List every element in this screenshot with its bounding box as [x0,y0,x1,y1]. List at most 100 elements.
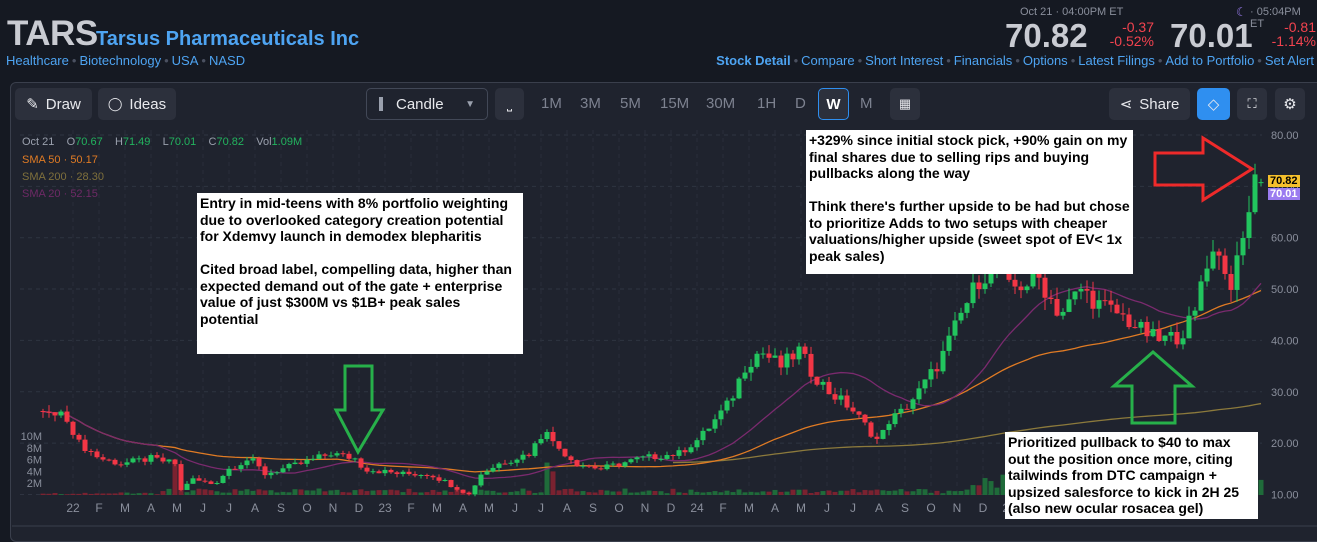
time-axis-label: 24 [690,501,704,515]
volume-bar [502,492,508,495]
candle-body [874,436,880,439]
volume-bar [670,488,676,495]
time-axis-label: M [172,501,182,515]
candle-body [76,434,82,440]
candle-body [910,399,916,409]
candle-body [1180,338,1186,345]
volume-bar [142,492,148,495]
volume-bar [886,490,892,495]
volume-bar [730,492,736,495]
candle-body [826,381,832,395]
volume-bar [1258,479,1264,495]
candle-body [856,411,862,415]
candle-body [646,454,652,457]
candle-body [946,335,952,351]
volume-bar [748,491,754,495]
volume-bar [268,490,274,495]
time-axis-label: O [614,501,623,515]
candle-body [604,464,610,470]
candle-body [286,464,292,469]
candle-body [958,312,964,321]
time-axis-label: N [329,501,338,515]
candle-body [250,458,256,461]
volume-bar [814,492,820,495]
volume-bar [238,490,244,495]
last-price-label: 70.82 [1268,175,1300,187]
volume-bar [712,491,718,495]
candle-body [364,467,370,472]
candle-body [1156,329,1162,341]
volume-bar [892,490,898,495]
volume-bar [592,492,598,495]
volume-bar [652,491,658,495]
volume-bar [52,493,58,495]
candle-body [82,439,88,451]
candle-body [592,466,598,469]
volume-bar [550,471,556,495]
volume-bar [520,488,526,495]
time-axis-label: A [459,501,467,515]
candle-body [532,443,538,456]
candle-body [304,459,310,464]
volume-bar [574,491,580,495]
candle-body [118,464,124,466]
candle-body [154,455,160,458]
time-axis-label: J [824,501,830,515]
candle-body [1084,288,1090,291]
candle-body [106,459,112,461]
candle-body [544,432,550,440]
candle-body [430,475,436,478]
candle-body [586,465,592,467]
volume-axis-label: 8M [27,443,42,455]
candle-body [1078,288,1084,292]
volume-bar [898,489,904,495]
volume-bar [844,490,850,495]
volume-bar [406,488,412,495]
candle-body [814,376,820,385]
time-axis-label: J [850,501,856,515]
price-axis-label: 50.00 [1271,284,1299,296]
time-axis-label: J [512,501,518,515]
candle-body [352,458,358,460]
candle-body [142,458,148,462]
volume-bar [184,492,190,495]
candle-body [670,455,676,457]
volume-bar [202,489,208,495]
volume-bar [658,491,664,495]
candle-body [580,465,586,467]
candle-body [226,468,232,476]
volume-bar [784,491,790,495]
candle-body [40,411,46,413]
candle-body [598,468,604,470]
volume-bar [304,490,310,495]
volume-bar [562,489,568,495]
candle-body [208,481,214,484]
candle-body [700,430,706,441]
candle-body [898,408,904,414]
volume-bar [832,491,838,495]
candle-body [634,457,640,460]
candle-body [202,480,208,482]
volume-bar [148,493,154,495]
candle-body [388,469,394,473]
candle-body [238,465,244,470]
price-axis-label: 20.00 [1271,438,1299,450]
time-axis-label: F [95,501,102,515]
volume-bar [310,490,316,495]
volume-bar [988,481,994,495]
volume-bar [364,491,370,495]
candle-body [1144,321,1150,337]
candle-body [1012,279,1018,287]
candle-body [88,450,94,452]
candle-body [868,422,874,437]
volume-bar [172,462,178,495]
candle-body [790,353,796,360]
volume-bar [790,489,796,495]
candle-body [442,480,448,482]
candle-body [406,471,412,475]
time-axis-label: A [875,501,883,515]
volume-bar [412,492,418,495]
candle-body [310,458,316,460]
candle-body [1120,313,1126,315]
volume-bar [382,490,388,495]
